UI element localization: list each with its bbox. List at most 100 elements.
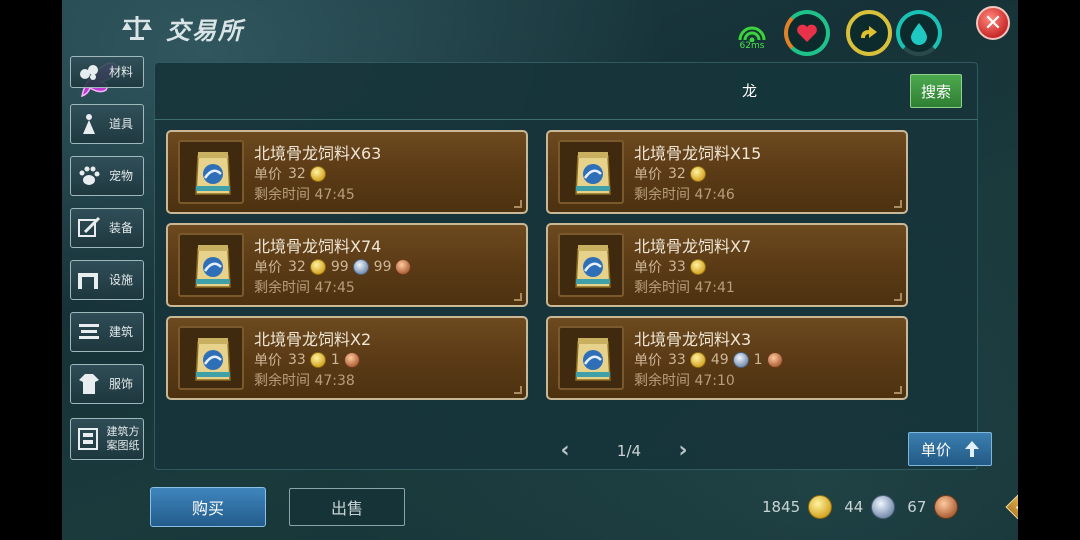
feed-bag-icon — [575, 152, 611, 195]
sell-tab-button[interactable]: 出售 — [289, 488, 405, 526]
time-left-value: 47:38 — [314, 373, 355, 389]
title-bar: 交易所 62ms ✕ — [62, 0, 1018, 56]
gold-coin-icon — [309, 352, 326, 368]
add-currency-button[interactable]: + — [1005, 491, 1018, 523]
unit-price-label: 单价 — [634, 167, 662, 183]
listing-card[interactable]: 北境骨龙饲料X3 单价 33 49 1 剩余时间 47:10 — [546, 316, 908, 400]
item-thumbnail — [178, 233, 244, 297]
page-title: 交易所 — [166, 17, 244, 45]
wallet-silver-amount: 44 — [844, 498, 864, 516]
gold-coin-icon — [689, 259, 706, 275]
listing-card[interactable]: 北境骨龙饲料X7 单价 33 剩余时间 47:41 — [546, 223, 908, 307]
feed-bag-icon — [575, 245, 611, 288]
ping-label: 62ms — [739, 41, 765, 51]
item-name: 北境骨龙饲料X3 — [634, 330, 752, 349]
unit-price-label: 单价 — [254, 353, 282, 369]
sidebar-item-label: 装备 — [109, 221, 134, 235]
time-left-value: 47:41 — [694, 280, 735, 296]
clothing-icon — [75, 370, 103, 398]
plus-icon: + — [1014, 496, 1018, 518]
wifi-icon — [738, 26, 766, 43]
item-name: 北境骨龙饲料X15 — [634, 144, 762, 163]
sidebar-item-label: 宠物 — [109, 169, 134, 183]
sidebar-item-facility[interactable]: 设施 — [70, 260, 144, 300]
game-screen: 交易所 62ms ✕ 材料 道具 宠物 装备 设施 建筑 服饰 建筑方案图纸 龙… — [62, 0, 1018, 540]
copper-coin-icon — [766, 352, 783, 368]
sort-by-price-button[interactable]: 单价 — [908, 432, 992, 466]
sidebar-item-label: 材料 — [109, 65, 134, 79]
water-gauge[interactable] — [896, 10, 942, 56]
gold-coin-icon — [309, 166, 326, 182]
item-name: 北境骨龙饲料X74 — [254, 237, 382, 256]
item-thumbnail — [178, 326, 244, 390]
gold-coin-icon — [689, 352, 706, 368]
listing-card[interactable]: 北境骨龙饲料X74 单价 32 99 99 剩余时间 47:45 — [166, 223, 528, 307]
item-thumbnail — [178, 140, 244, 204]
price-silver: 49 — [710, 352, 729, 368]
time-left-value: 47:45 — [314, 187, 355, 203]
sidebar-item-pets[interactable]: 宠物 — [70, 156, 144, 196]
price-copper: 1 — [330, 352, 340, 368]
price-gold: 33 — [668, 352, 686, 368]
sidebar-item-blueprints[interactable]: 建筑方案图纸 — [70, 418, 144, 460]
sidebar-item-label: 道具 — [109, 117, 134, 131]
buy-tab-button[interactable]: 购买 — [150, 487, 266, 527]
health-gauge[interactable] — [784, 10, 830, 56]
prev-page-button[interactable]: ‹ — [556, 440, 574, 462]
building-icon — [75, 318, 103, 346]
item-thumbnail — [558, 326, 624, 390]
unit-price-row: 单价 32 — [634, 164, 711, 184]
listing-card[interactable]: 北境骨龙饲料X15 单价 32 剩余时间 47:46 — [546, 130, 908, 214]
search-input[interactable]: 龙 — [734, 70, 904, 112]
copper-coin-icon — [934, 495, 959, 519]
close-button[interactable]: ✕ — [976, 6, 1010, 40]
wallet: 1845 44 67 — [762, 494, 970, 520]
listing-card[interactable]: 北境骨龙饲料X2 单价 33 1 剩余时间 47:38 — [166, 316, 528, 400]
wallet-gold-amount: 1845 — [762, 498, 801, 516]
sidebar-item-tools[interactable]: 道具 — [70, 104, 144, 144]
card-corner-ornament — [514, 386, 522, 394]
price-silver: 99 — [330, 259, 349, 275]
facility-icon — [75, 266, 103, 294]
listing-card[interactable]: 北境骨龙饲料X63 单价 32 剩余时间 47:45 — [166, 130, 528, 214]
network-status: 62ms — [732, 22, 772, 54]
card-corner-ornament — [894, 200, 902, 208]
sidebar-item-equipment[interactable]: 装备 — [70, 208, 144, 248]
price-gold: 32 — [288, 166, 306, 182]
unit-price-row: 单价 33 1 — [254, 350, 365, 370]
right-bezel — [1018, 0, 1080, 540]
time-left-label: 剩余时间 — [634, 280, 690, 296]
card-corner-ornament — [514, 293, 522, 301]
wallet-copper-amount: 67 — [907, 498, 927, 516]
unit-price-label: 单价 — [634, 260, 662, 276]
feed-bag-icon — [575, 338, 611, 381]
search-button[interactable]: 搜索 — [910, 74, 962, 108]
materials-icon — [75, 58, 103, 86]
time-left-row: 剩余时间 47:10 — [634, 370, 735, 390]
item-thumbnail — [558, 233, 624, 297]
gold-coin-icon — [689, 166, 706, 182]
card-corner-ornament — [894, 293, 902, 301]
luck-gauge[interactable] — [846, 10, 892, 56]
silver-coin-icon — [732, 352, 749, 368]
time-left-label: 剩余时间 — [254, 280, 310, 296]
equipment-icon — [75, 214, 103, 242]
sidebar-item-clothing[interactable]: 服饰 — [70, 364, 144, 404]
price-gold: 33 — [288, 352, 306, 368]
time-left-row: 剩余时间 47:41 — [634, 277, 735, 297]
time-left-label: 剩余时间 — [254, 187, 310, 203]
item-thumbnail — [558, 140, 624, 204]
unit-price-label: 单价 — [634, 353, 662, 369]
card-corner-ornament — [894, 386, 902, 394]
sort-label: 单价 — [921, 440, 952, 459]
heart-icon — [797, 24, 817, 42]
next-page-button[interactable]: › — [674, 440, 692, 462]
time-left-label: 剩余时间 — [254, 373, 310, 389]
sidebar-item-building[interactable]: 建筑 — [70, 312, 144, 352]
copper-coin-icon — [395, 259, 412, 275]
feed-bag-icon — [195, 338, 231, 381]
luck-icon — [861, 26, 877, 38]
sidebar-item-label: 服饰 — [109, 377, 134, 391]
sidebar-item-materials[interactable]: 材料 — [70, 56, 144, 88]
unit-price-label: 单价 — [254, 167, 282, 183]
